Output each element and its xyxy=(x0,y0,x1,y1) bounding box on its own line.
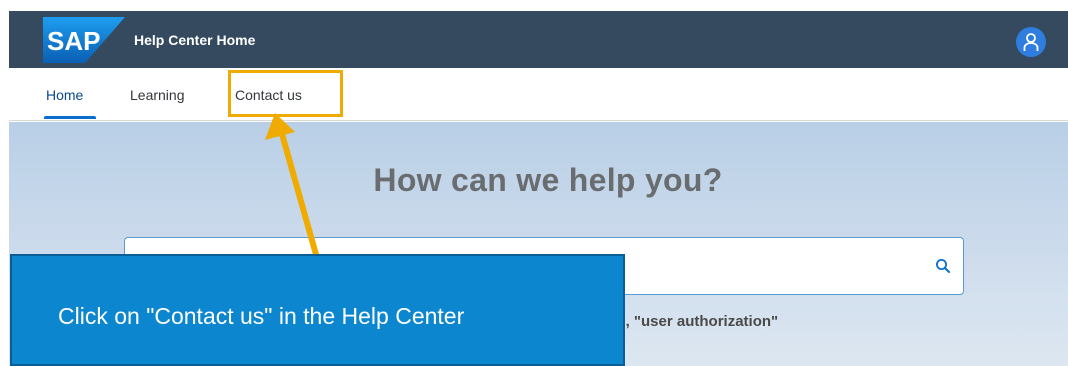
callout-text: Click on "Contact us" in the Help Center xyxy=(58,303,465,329)
contact-us-highlight xyxy=(228,70,343,117)
sap-logo-text: SAP xyxy=(47,26,100,56)
search-icon[interactable] xyxy=(935,258,951,274)
shell-title: Help Center Home xyxy=(134,32,256,48)
user-avatar-button[interactable] xyxy=(1016,27,1046,57)
shell-bar: SAP Help Center Home xyxy=(9,11,1068,68)
search-suggestions: ', "user authorization" xyxy=(622,313,779,330)
tab-learning[interactable]: Learning xyxy=(130,85,185,105)
instruction-callout: Click on "Contact us" in the Help Center xyxy=(10,254,625,366)
tab-bar: Home Learning Contact us xyxy=(9,68,1068,121)
user-icon xyxy=(1023,33,1039,51)
tab-home[interactable]: Home xyxy=(46,85,83,105)
hero-heading: How can we help you? xyxy=(373,162,723,198)
sap-logo[interactable]: SAP xyxy=(43,17,125,63)
active-tab-indicator xyxy=(44,116,96,119)
